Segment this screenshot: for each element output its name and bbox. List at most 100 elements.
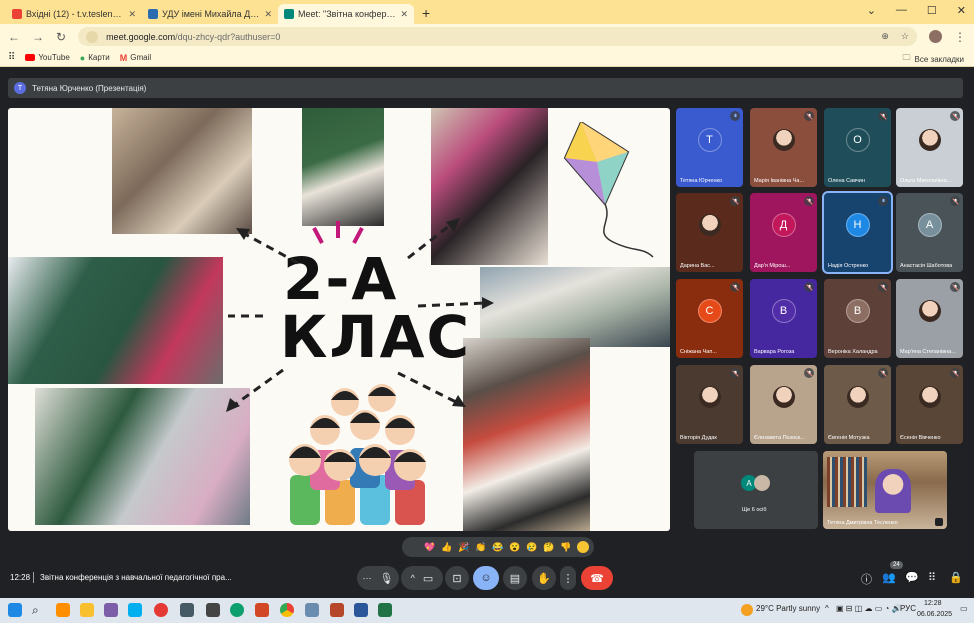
mic-button[interactable]: ⋯ 🎙 bbox=[357, 566, 399, 590]
present-button[interactable]: ⊡ bbox=[445, 566, 469, 590]
tray-icons[interactable]: ▣ ⊟ ◫ ☁ ▭ ◔ 🔊 bbox=[836, 604, 902, 613]
weather-text[interactable]: 29°C Partly sunny bbox=[756, 604, 820, 613]
participant-tile[interactable]: В Варвара Рогоза bbox=[750, 279, 817, 358]
bookmark-maps[interactable]: ● Карти bbox=[80, 53, 110, 63]
app-icon[interactable] bbox=[180, 603, 194, 617]
camera-button[interactable]: ^ ▭ bbox=[401, 566, 443, 590]
people-icon[interactable]: 👥 bbox=[882, 571, 896, 584]
maximize-icon[interactable]: ☐ bbox=[927, 4, 937, 17]
bookmark-youtube[interactable]: YouTube bbox=[25, 53, 70, 62]
participant-tile[interactable]: Марія Іванівна Ча... bbox=[750, 108, 817, 187]
store-icon[interactable] bbox=[104, 603, 118, 617]
browser-tab-2[interactable]: Meet: "Звітна конференція з"✕ bbox=[278, 4, 414, 24]
apps-grid-icon[interactable]: ⠿ bbox=[8, 52, 15, 63]
participant-tile[interactable]: А Анастасія Шаботова bbox=[896, 193, 963, 272]
new-tab-button[interactable]: + bbox=[414, 5, 438, 24]
participant-tile[interactable]: С Сніжана Чап... bbox=[676, 279, 743, 358]
start-icon[interactable] bbox=[8, 603, 22, 617]
all-bookmarks[interactable]: 🗀 Все закладки bbox=[903, 52, 964, 66]
reaction-button[interactable]: 😢 bbox=[526, 541, 538, 553]
participant-tile[interactable]: Н Надія Остренко bbox=[822, 191, 893, 274]
word-icon[interactable] bbox=[354, 603, 368, 617]
divider bbox=[33, 572, 34, 583]
participant-name: Тетяна Юрченко bbox=[680, 178, 723, 184]
bookmark-gmail[interactable]: M Gmail bbox=[120, 53, 151, 63]
info-icon[interactable]: ⓘ bbox=[861, 571, 872, 587]
back-icon[interactable]: ← bbox=[8, 30, 20, 44]
leave-call-button[interactable]: ☎ bbox=[581, 566, 613, 590]
close-icon[interactable]: ✕ bbox=[957, 4, 966, 17]
edge-icon[interactable] bbox=[230, 603, 244, 617]
address-bar[interactable]: meet.google.com/dqu-zhcy-qdr?authuser=0 … bbox=[78, 27, 917, 46]
chevron-down-icon[interactable]: ⌄ bbox=[867, 4, 876, 17]
microphone-icon: 🎙 bbox=[379, 572, 394, 585]
reaction-button[interactable]: 🎉 bbox=[458, 541, 470, 553]
participant-tile[interactable]: Дарина Вас... bbox=[676, 193, 743, 272]
participant-tile[interactable]: Мар'яна Степанівна... bbox=[896, 279, 963, 358]
tab-close-icon[interactable]: ✕ bbox=[128, 9, 136, 20]
participant-tile[interactable]: Вікторія Дудак bbox=[676, 365, 743, 444]
activities-icon[interactable]: ⠿ bbox=[928, 571, 936, 584]
reaction-button[interactable]: 😮 bbox=[509, 541, 521, 553]
excel-icon[interactable] bbox=[378, 603, 392, 617]
profile-avatar[interactable] bbox=[929, 30, 942, 43]
participant-tile[interactable]: Євгенія Мотузка bbox=[824, 365, 891, 444]
reaction-skin-tone-button[interactable] bbox=[577, 541, 589, 553]
browser-tab-0[interactable]: Вхідні (12) - t.v.teslenko@npu.e ✕ bbox=[6, 4, 142, 24]
participant-name: Сніжана Чап... bbox=[680, 349, 717, 355]
site-info-icon[interactable] bbox=[86, 30, 99, 43]
pin-icon[interactable] bbox=[935, 518, 943, 526]
clock-time[interactable]: 12:28 bbox=[924, 600, 942, 607]
opera-icon[interactable] bbox=[154, 603, 168, 617]
participant-tile[interactable]: В Вероніка Халандра bbox=[824, 279, 891, 358]
chrome-icon[interactable] bbox=[280, 603, 294, 617]
participant-tile[interactable]: Єлизавета Позоєк... bbox=[750, 365, 817, 444]
reaction-button[interactable]: 👍 bbox=[441, 541, 453, 553]
reaction-button[interactable]: 🤔 bbox=[543, 541, 555, 553]
self-view-tile[interactable]: Тетяна Дмитрівна Тесленко bbox=[823, 451, 947, 529]
chevron-up-icon[interactable]: ^ bbox=[411, 573, 415, 583]
more-options-button[interactable]: ⋮ bbox=[560, 566, 576, 590]
file-explorer-icon[interactable] bbox=[80, 603, 94, 617]
reaction-button[interactable]: 😂 bbox=[492, 541, 504, 553]
minimize-icon[interactable]: — bbox=[896, 4, 907, 17]
participant-tile[interactable]: Д Дар'я Мірош... bbox=[750, 193, 817, 272]
bookmark-star-icon[interactable]: ☆ bbox=[901, 31, 909, 42]
host-controls-icon[interactable]: 🔒 bbox=[949, 571, 963, 584]
participant-tile[interactable]: Єсенія Вівченко bbox=[896, 365, 963, 444]
raise-hand-button[interactable]: ✋ bbox=[532, 566, 556, 590]
participant-tile[interactable]: Ольга Миколаївна... bbox=[896, 108, 963, 187]
app-icon-2[interactable] bbox=[206, 603, 220, 617]
reaction-button[interactable]: 👏 bbox=[475, 541, 487, 553]
forward-icon[interactable]: → bbox=[32, 30, 44, 44]
tab-favicon-icon bbox=[284, 9, 294, 19]
captions-button[interactable]: ▤ bbox=[503, 566, 527, 590]
tab-close-icon[interactable]: ✕ bbox=[264, 9, 272, 20]
powerpoint-icon[interactable] bbox=[255, 603, 269, 617]
others-avatar-group: A bbox=[741, 475, 770, 491]
participant-tile[interactable]: O Олена Савчин bbox=[824, 108, 891, 187]
chat-icon[interactable]: 💬 bbox=[905, 571, 919, 584]
reaction-button[interactable]: 👎 bbox=[560, 541, 572, 553]
skype-icon[interactable] bbox=[128, 603, 142, 617]
more-menu-icon[interactable]: ⋮ bbox=[954, 30, 966, 44]
emoji-button[interactable]: ☺ bbox=[473, 566, 499, 590]
search-icon[interactable]: ⌕ bbox=[32, 603, 46, 617]
language-indicator[interactable]: РУС bbox=[900, 604, 916, 613]
app-icon-3[interactable] bbox=[330, 603, 344, 617]
reactions-bar: 💖 👍 🎉 👏 😂 😮 😢 🤔 👎 bbox=[402, 537, 594, 557]
browser-tab-1[interactable]: УДУ імені Михайла Драгоманова✕ bbox=[142, 4, 278, 24]
participant-tile[interactable]: T Тетяна Юрченко bbox=[676, 108, 743, 187]
tab-close-icon[interactable]: ✕ bbox=[400, 9, 408, 20]
presentation-header: T Тетяна Юрченко (Презентація) bbox=[8, 78, 963, 98]
reload-icon[interactable]: ↻ bbox=[56, 30, 66, 44]
more-participants-tile[interactable]: A Ще 6 осіб bbox=[694, 451, 818, 529]
copilot-icon[interactable] bbox=[56, 603, 70, 617]
chevron-up-tray-icon[interactable]: ^ bbox=[825, 604, 829, 613]
image-viewer-icon[interactable] bbox=[305, 603, 319, 617]
reaction-button[interactable]: 💖 bbox=[424, 541, 436, 553]
zoom-icon[interactable]: ⊕ bbox=[881, 31, 889, 42]
more-audio-icon[interactable]: ⋯ bbox=[363, 573, 372, 584]
notifications-icon[interactable]: ▭ bbox=[960, 604, 968, 613]
clock-date[interactable]: 06.06.2025 bbox=[917, 611, 952, 618]
